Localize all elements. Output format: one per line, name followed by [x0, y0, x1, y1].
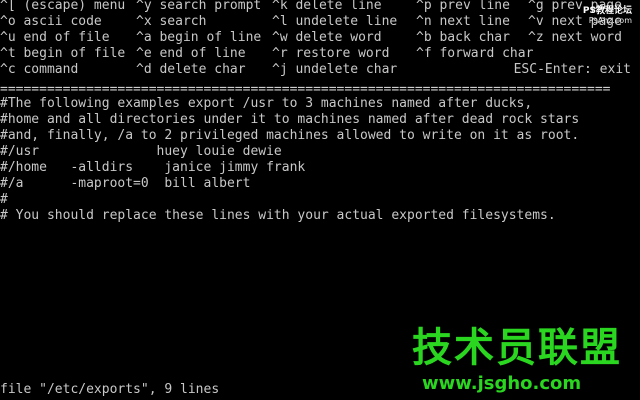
help-item: ^c command — [0, 62, 79, 77]
esc-exit-hint: ESC-Enter: exit — [513, 62, 631, 77]
file-line[interactable]: #home and all directories under it to ma… — [0, 112, 640, 128]
help-item: ^u end of file — [0, 30, 110, 45]
help-item: ^d delete char — [136, 62, 246, 77]
help-item: ^[ (escape) menu — [0, 0, 126, 13]
help-item: ^o ascii code — [0, 14, 102, 29]
file-line[interactable]: #/a -maproot=0 bill albert — [0, 176, 640, 192]
help-item: ^y search prompt — [136, 0, 262, 13]
terminal-screen[interactable]: ^[ (escape) menu ^y search prompt ^k delet… — [0, 0, 640, 400]
help-item: ^a begin of line — [136, 30, 262, 45]
help-row: ^u end of file ^a begin of line ^w delete … — [0, 30, 640, 46]
watermark-logo: 技术员联盟 — [412, 325, 622, 371]
help-item: ^l undelete line — [272, 14, 398, 29]
file-line[interactable]: # — [0, 192, 640, 208]
help-item: ^n next line — [416, 14, 510, 29]
help-item: ^x search — [136, 14, 207, 29]
help-row: ^c command ^d delete char ^j undelete char… — [0, 62, 640, 78]
help-item: ^r restore word — [272, 46, 390, 61]
help-item: ^w delete word — [272, 30, 382, 45]
help-item: ^p prev line — [416, 0, 510, 13]
help-item: ^k delete line — [272, 0, 382, 13]
file-line[interactable]: #/home -alldirs janice jimmy frank — [0, 160, 640, 176]
help-item: ^z next word — [528, 30, 622, 45]
file-line[interactable]: #The following examples export /usr to 3… — [0, 96, 640, 112]
help-item: ^e end of line — [136, 46, 246, 61]
watermark-site-cn: PS教程论坛 — [582, 6, 632, 16]
watermark-url: www.jsgho.com — [422, 373, 582, 394]
help-item: ^j undelete char — [272, 62, 398, 77]
help-item: ^t begin of file — [0, 46, 126, 61]
watermark-top: PS教程论坛 PsAhz.com — [583, 6, 632, 26]
help-item: ^f forward char — [416, 46, 534, 61]
help-item: ^b back char — [416, 30, 510, 45]
help-row: ^[ (escape) menu ^y search prompt ^k delet… — [0, 0, 640, 14]
file-line[interactable]: #and, finally, /a to 2 privileged machin… — [0, 128, 640, 144]
file-line[interactable]: # You should replace these lines with yo… — [0, 208, 640, 224]
watermark-site-url: PsAhz.com — [588, 16, 632, 25]
help-row: ^o ascii code ^x search ^l undelete line ^n… — [0, 14, 640, 30]
help-row: ^t begin of file ^e end of line ^r restore… — [0, 46, 640, 62]
file-line[interactable]: #/usr huey louie dewie — [0, 144, 640, 160]
status-line: file "/etc/exports", 9 lines — [0, 382, 220, 397]
